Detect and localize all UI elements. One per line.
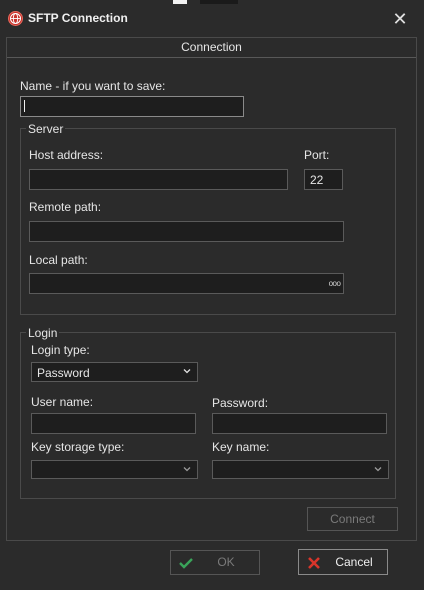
key-name-select[interactable] [212,460,389,479]
title-bar-accent [173,0,187,4]
host-input[interactable] [29,169,288,190]
login-type-label: Login type: [31,343,90,357]
login-type-value: Password [37,366,90,380]
close-button[interactable]: ✕ [388,8,412,30]
cross-icon [308,557,320,569]
local-path-label: Local path: [29,253,88,267]
window-title: SFTP Connection [28,11,128,25]
remote-path-label: Remote path: [29,200,102,214]
connect-button[interactable]: Connect [307,507,398,531]
ok-button[interactable]: OK [170,550,260,575]
port-label: Port: [304,148,330,162]
text-caret [24,100,25,112]
key-storage-label: Key storage type: [31,440,125,454]
user-name-input[interactable] [31,413,196,434]
host-label: Host address: [29,148,104,162]
name-input[interactable] [20,96,244,117]
server-legend: Server [26,122,66,136]
cancel-button[interactable]: Cancel [298,549,388,575]
checkmark-icon [179,558,193,569]
login-legend: Login [26,326,60,340]
name-label: Name - if you want to save: [20,79,166,93]
globe-icon [8,11,23,26]
ellipsis-icon: ooo [328,279,341,288]
ok-label: OK [217,555,235,569]
chevron-down-icon [374,467,382,472]
chevron-down-icon [183,467,191,472]
login-type-select[interactable]: Password [31,362,198,382]
tab-connection[interactable]: Connection [7,38,416,58]
browse-button[interactable]: ooo [326,276,343,292]
title-bar-accent [200,0,238,4]
port-input[interactable]: 22 [304,169,343,190]
password-input[interactable] [212,413,387,434]
local-path-input[interactable] [29,273,344,294]
remote-path-input[interactable] [29,221,344,242]
chevron-down-icon [183,369,191,374]
close-icon: ✕ [392,9,408,29]
user-name-label: User name: [31,395,94,409]
key-name-label: Key name: [212,440,270,454]
cancel-label: Cancel [335,555,373,569]
key-storage-select[interactable] [31,460,198,479]
password-label: Password: [212,396,269,410]
